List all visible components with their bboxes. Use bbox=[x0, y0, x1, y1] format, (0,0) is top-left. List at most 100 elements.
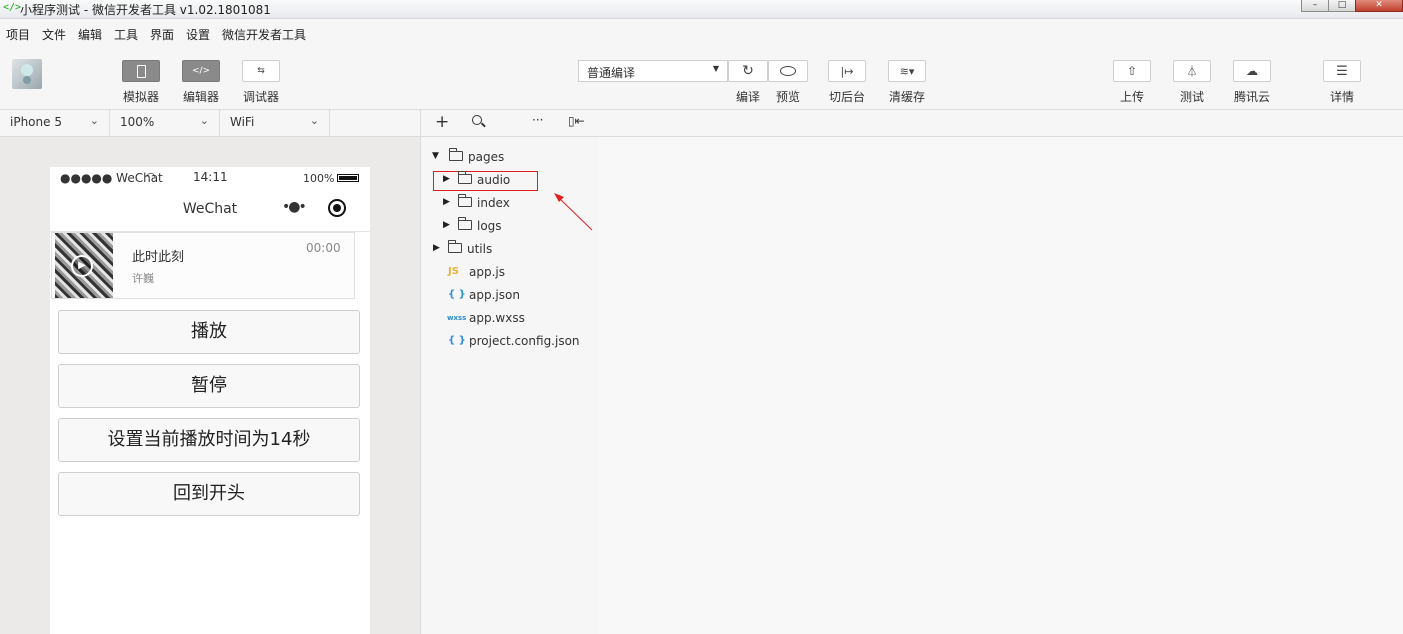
menu-devtools[interactable]: 微信开发者工具 bbox=[222, 26, 306, 43]
tree-item-label: utils bbox=[467, 242, 493, 256]
tree-item-label: project.config.json bbox=[469, 334, 580, 348]
tree-item-label: audio bbox=[477, 173, 511, 187]
details-button[interactable]: ☰ bbox=[1323, 60, 1361, 82]
refresh-icon: ↻ bbox=[742, 63, 754, 79]
search-icon[interactable] bbox=[472, 115, 486, 128]
maximize-icon[interactable]: □ bbox=[1328, 0, 1356, 12]
simulator-label: 模拟器 bbox=[122, 90, 159, 104]
cloud-icon: ☁ bbox=[1246, 64, 1258, 78]
wxss-file-icon: wxss bbox=[447, 314, 467, 322]
device-bar: iPhone 5 ⌄ 100% ⌄ WiFi ⌄ bbox=[0, 110, 420, 137]
annotation-arrow-line bbox=[557, 196, 593, 231]
debugger-label: 调试器 bbox=[242, 90, 279, 104]
play-icon[interactable]: ▶ bbox=[71, 255, 93, 277]
compile-label: 编译 bbox=[735, 90, 760, 104]
tree-item-label: index bbox=[477, 196, 510, 210]
phone-screen: ●●●●● WeChat ◠ 14:11 100% WeChat •●• ▶ 此… bbox=[50, 167, 370, 634]
tree-folder-pages[interactable]: ▼ pages bbox=[421, 147, 598, 169]
tree-item-label: app.js bbox=[469, 265, 505, 279]
zoom-select[interactable]: 100% ⌄ bbox=[110, 110, 220, 136]
json-file-icon: { } bbox=[448, 335, 466, 346]
menu-view[interactable]: 界面 bbox=[150, 26, 174, 43]
file-tree-toolbar: + ··· ▯⇤ bbox=[421, 110, 598, 137]
compile-mode-select[interactable]: 普通编译 ▼ bbox=[578, 60, 728, 82]
folder-icon bbox=[448, 240, 462, 253]
tree-file-app-json[interactable]: { } app.json bbox=[421, 285, 598, 307]
phone-nav-bar: WeChat •●• bbox=[50, 189, 370, 232]
tree-file-app-wxss[interactable]: wxss app.wxss bbox=[421, 308, 598, 330]
preview-label: 预览 bbox=[775, 90, 800, 104]
background-label: 切后台 bbox=[828, 90, 865, 104]
device-select[interactable]: iPhone 5 ⌄ bbox=[0, 110, 110, 136]
editor-tab-bar bbox=[598, 110, 1403, 137]
zoom-value: 100% bbox=[120, 115, 155, 129]
caret-right-icon: ▶ bbox=[433, 243, 440, 253]
window-title-bar: </> 小程序测试 - 微信开发者工具 v1.02.1801081 – □ ✕ bbox=[0, 0, 1403, 19]
simulator-toggle-button[interactable] bbox=[122, 60, 160, 82]
tree-item-label: pages bbox=[468, 150, 505, 164]
minimize-icon[interactable]: – bbox=[1301, 0, 1329, 12]
tree-folder-utils[interactable]: ▶ utils bbox=[421, 239, 598, 261]
js-file-icon: JS bbox=[448, 266, 459, 277]
menu-file[interactable]: 文件 bbox=[42, 26, 66, 43]
tree-file-app-js[interactable]: JS app.js bbox=[421, 262, 598, 284]
menu-project[interactable]: 项目 bbox=[6, 26, 30, 43]
more-icon[interactable]: •●• bbox=[282, 199, 307, 215]
audio-cover-image[interactable]: ▶ bbox=[55, 233, 113, 298]
layers-icon: ≋▾ bbox=[899, 64, 915, 78]
menu-bar: 项目 文件 编辑 工具 界面 设置 微信开发者工具 bbox=[0, 19, 1403, 49]
preview-button[interactable] bbox=[768, 60, 808, 82]
collapse-icon[interactable]: ▯⇤ bbox=[568, 114, 585, 128]
restart-button[interactable]: 回到开头 bbox=[58, 472, 360, 516]
menu-tools[interactable]: 工具 bbox=[114, 26, 138, 43]
debugger-toggle-button[interactable]: ⇆ bbox=[242, 60, 280, 82]
folder-icon bbox=[458, 171, 472, 184]
debug-icon: ⇆ bbox=[257, 66, 265, 76]
caret-right-icon: ▶ bbox=[443, 197, 450, 207]
avatar[interactable] bbox=[12, 59, 42, 89]
network-select[interactable]: WiFi ⌄ bbox=[220, 110, 330, 136]
background-button[interactable]: |↦ bbox=[828, 60, 866, 82]
chevron-down-icon: ⌄ bbox=[309, 114, 319, 127]
chevron-down-icon: ⌄ bbox=[199, 114, 209, 127]
folder-open-icon bbox=[449, 148, 463, 161]
caret-right-icon: ▶ bbox=[443, 174, 450, 184]
flask-icon: ⏃ bbox=[1186, 65, 1198, 78]
play-button[interactable]: 播放 bbox=[58, 310, 360, 354]
test-button[interactable]: ⏃ bbox=[1173, 60, 1211, 82]
add-icon[interactable]: + bbox=[435, 112, 449, 132]
close-icon[interactable]: ✕ bbox=[1355, 0, 1403, 12]
menu-settings[interactable]: 设置 bbox=[186, 26, 210, 43]
upload-button[interactable]: ⇧ bbox=[1113, 60, 1151, 82]
clear-cache-button[interactable]: ≋▾ bbox=[888, 60, 926, 82]
cloud-label: 腾讯云 bbox=[1233, 90, 1270, 104]
cloud-button[interactable]: ☁ bbox=[1233, 60, 1271, 82]
eye-icon bbox=[780, 66, 796, 76]
nav-title: WeChat bbox=[182, 201, 238, 217]
switch-background-icon: |↦ bbox=[840, 64, 854, 78]
code-icon: </> bbox=[191, 66, 211, 76]
audio-time: 00:00 bbox=[306, 241, 341, 255]
tree-item-label: app.json bbox=[469, 288, 520, 302]
test-label: 测试 bbox=[1179, 90, 1204, 104]
battery-text: 100% bbox=[303, 172, 335, 185]
close-circle-icon[interactable] bbox=[328, 199, 346, 217]
audio-player: ▶ 此时此刻 许巍 00:00 bbox=[51, 232, 355, 299]
annotation-arrow-head bbox=[554, 193, 564, 202]
chevron-down-icon: ⌄ bbox=[89, 114, 99, 127]
pause-button[interactable]: 暂停 bbox=[58, 364, 360, 408]
clear-cache-label: 清缓存 bbox=[888, 90, 925, 104]
app-logo-icon: </> bbox=[3, 2, 22, 13]
tree-item-label: app.wxss bbox=[469, 311, 525, 325]
battery-icon bbox=[337, 174, 359, 182]
window-title: 小程序测试 - 微信开发者工具 v1.02.1801081 bbox=[20, 3, 271, 17]
tree-file-project-config[interactable]: { } project.config.json bbox=[421, 331, 598, 353]
compile-mode-value: 普通编译 bbox=[587, 66, 636, 80]
seek-button[interactable]: 设置当前播放时间为14秒 bbox=[58, 418, 360, 462]
menu-edit[interactable]: 编辑 bbox=[78, 26, 102, 43]
editor-toggle-button[interactable]: </> bbox=[182, 60, 220, 82]
upload-icon: ⇧ bbox=[1126, 64, 1138, 78]
more-icon[interactable]: ··· bbox=[532, 113, 543, 127]
compile-button[interactable]: ↻ bbox=[728, 60, 768, 82]
annotation-arrow bbox=[554, 193, 593, 231]
